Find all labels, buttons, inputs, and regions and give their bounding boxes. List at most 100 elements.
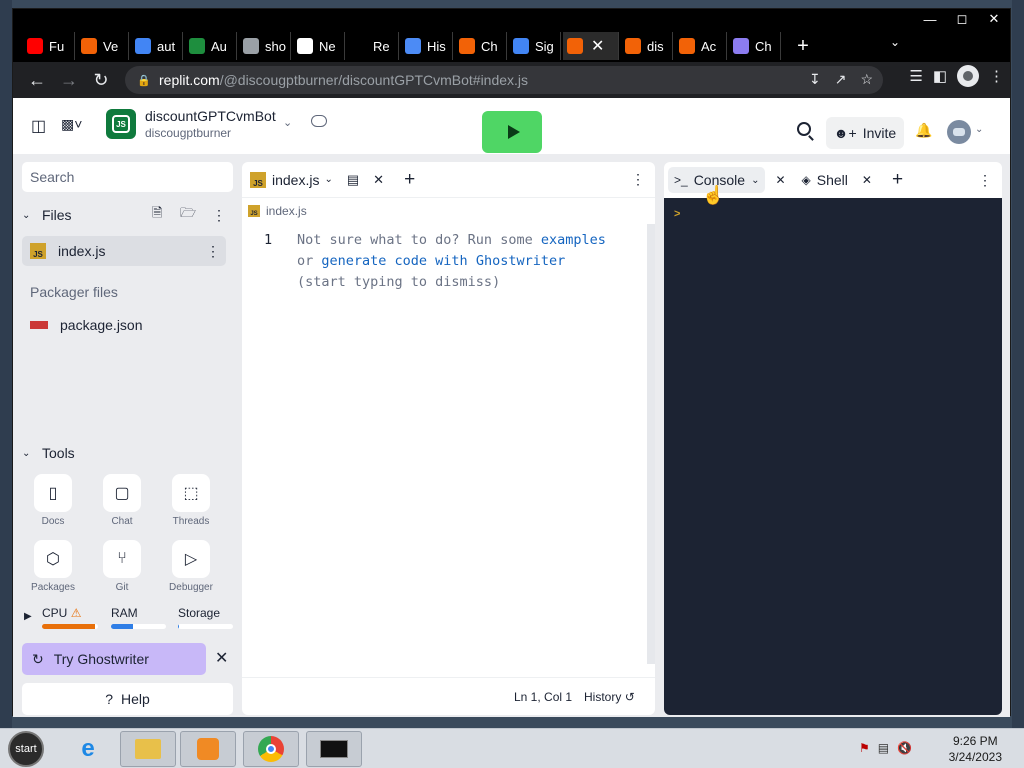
maximize-icon[interactable]: ◻ [946,9,978,29]
tool-git[interactable]: ⑂ Git [92,540,152,593]
install-app-icon[interactable]: ↧ [809,71,821,88]
close-tab-icon[interactable]: ✕ [373,172,384,188]
ghostwriter-link[interactable]: generate code with Ghostwriter [321,253,565,269]
address-bar[interactable]: 🔒 replit.com /@discougptburner/discountG… [125,66,883,94]
browser-tab[interactable]: Ve [77,32,129,60]
markdown-preview-icon[interactable]: ▤ [347,172,359,188]
new-file-icon[interactable]: 🗎 [152,204,162,226]
browser-tab[interactable]: ✕ [563,32,619,60]
breadcrumb[interactable]: JS index.js [248,204,307,218]
browser-tab[interactable]: Ne [293,32,345,60]
browser-tab[interactable]: His [401,32,453,60]
tab-search-chevron-icon[interactable]: ⌄ [890,35,900,49]
sidebar-toggle-icon[interactable]: ◫ [31,116,46,136]
browser-tab[interactable]: Au [185,32,237,60]
new-tab-plus-icon[interactable]: + [791,35,815,58]
files-menu-icon[interactable]: ⋮ [212,207,226,224]
tools-section-header[interactable]: ⌄ Tools [22,440,235,466]
minimize-icon[interactable]: — [914,9,946,29]
file-menu-icon[interactable]: ⋮ [206,243,220,260]
close-window-icon[interactable]: ✕ [978,9,1010,29]
file-item-package-json[interactable]: package.json [22,310,226,340]
invite-button[interactable]: ☻+ Invite [826,117,904,149]
repl-owner[interactable]: discougptburner [145,126,231,140]
examples-link[interactable]: examples [541,232,606,248]
try-ghostwriter-button[interactable]: ↻ Try Ghostwriter [22,643,206,675]
chrome-window: — ◻ ✕ Fu Ve aut Au sho Ne Re His Ch Sig ✕ dis Ac Ch + … [12,8,1011,717]
repl-name[interactable]: discountGPTCvmBot [145,108,276,124]
chrome-menu-icon[interactable]: ⋮ [989,67,1004,85]
console-output[interactable]: > [664,198,1002,715]
share-icon[interactable]: ↗ [835,71,847,88]
editor-scrollbar[interactable] [647,224,655,664]
close-icon[interactable]: ✕ [215,648,228,668]
pane-menu-icon[interactable]: ⋮ [978,172,992,189]
tool-docs[interactable]: ▯ Docs [23,474,83,527]
browser-tab[interactable]: dis [621,32,673,60]
browser-tab[interactable]: Fu [23,32,75,60]
new-tab-plus-icon[interactable]: + [404,169,415,191]
bookmark-star-icon[interactable]: ☆ [860,71,873,88]
media-control-icon[interactable]: ☰ [909,67,922,85]
close-tab-icon[interactable]: ✕ [775,173,785,187]
search-icon[interactable] [797,122,811,136]
browser-tab[interactable]: Ch [455,32,507,60]
windows-taskbar: start e ⚑ ▤ 🔇 9:26 PM 3/24/2023 [0,728,1024,768]
file-item-index-js[interactable]: JS index.js ⋮ [22,236,226,266]
workspace: Search ⌄ Files 🗎 🗁 ⋮ JS index.js ⋮ Packa… [13,154,1010,717]
chevron-right-icon[interactable]: ▶ [24,611,32,622]
tool-label: Docs [41,516,65,527]
chrome-icon[interactable] [243,731,299,767]
tool-debugger[interactable]: ▷ Debugger [161,540,221,593]
system-clock[interactable]: 9:26 PM 3/24/2023 [949,733,1002,765]
browser-tab[interactable]: Ac [675,32,727,60]
browser-tab[interactable]: Sig [509,32,561,60]
media-player-icon[interactable] [180,731,236,767]
internet-explorer-icon[interactable]: e [60,731,116,767]
forward-arrow-icon[interactable]: → [53,64,85,96]
new-folder-icon[interactable]: 🗁 [180,204,196,226]
chevron-down-icon[interactable]: ⌄ [283,116,292,129]
tool-chat[interactable]: ▢ Chat [92,474,152,527]
new-tab-plus-icon[interactable]: + [892,169,903,191]
browser-tab[interactable]: aut [131,32,183,60]
javascript-file-icon: JS [248,205,260,217]
tab-shell[interactable]: ◈ Shell [796,167,854,193]
console-prompt: > [674,208,681,220]
volume-muted-icon[interactable]: 🔇 [897,741,912,755]
replit-logo-icon[interactable]: ▩˅ [61,116,82,133]
ram-bar-fill [111,624,133,629]
profile-avatar-icon[interactable] [957,65,979,87]
browser-tab[interactable]: sho [239,32,291,60]
line-number: 1 [264,232,273,248]
resources-panel[interactable]: ▶ CPU ⚠ RAM Storage [22,602,235,632]
chevron-down-icon[interactable]: ⌄ [324,174,332,185]
history-button[interactable]: History ↺ [584,690,635,704]
browser-tab[interactable]: Ch [729,32,781,60]
side-panel-icon[interactable]: ◧ [933,67,947,85]
close-tab-icon[interactable]: ✕ [862,173,872,187]
back-arrow-icon[interactable]: ← [21,64,53,96]
user-avatar[interactable] [947,120,971,144]
tool-threads[interactable]: ⬚ Threads [161,474,221,527]
clock-time: 9:26 PM [952,734,998,748]
reload-icon[interactable]: ↻ [85,64,117,96]
help-button[interactable]: ? Help [22,683,233,715]
tab-index-js[interactable]: JS index.js ⌄ [242,162,333,198]
run-button[interactable] [482,111,542,153]
pane-menu-icon[interactable]: ⋮ [631,171,645,188]
search-input[interactable]: Search [22,162,233,192]
notifications-bell-icon[interactable]: 🔔 [915,122,932,139]
cursor-position[interactable]: Ln 1, Col 1 [514,690,572,704]
network-icon[interactable]: ▤ [878,741,889,755]
browser-tab[interactable]: Re [347,32,399,60]
terminal-icon[interactable] [306,731,362,767]
action-center-flag-icon[interactable]: ⚑ [859,741,870,755]
start-button[interactable]: start [8,731,44,767]
chevron-down-icon[interactable]: ⌄ [975,124,983,135]
close-tab-icon[interactable]: ✕ [591,36,604,56]
file-explorer-icon[interactable] [120,731,176,767]
files-section-header[interactable]: ⌄ Files 🗎 🗁 ⋮ [22,202,235,228]
tool-packages[interactable]: ⬡ Packages [23,540,83,593]
chevron-down-icon[interactable]: ⌄ [751,175,759,186]
